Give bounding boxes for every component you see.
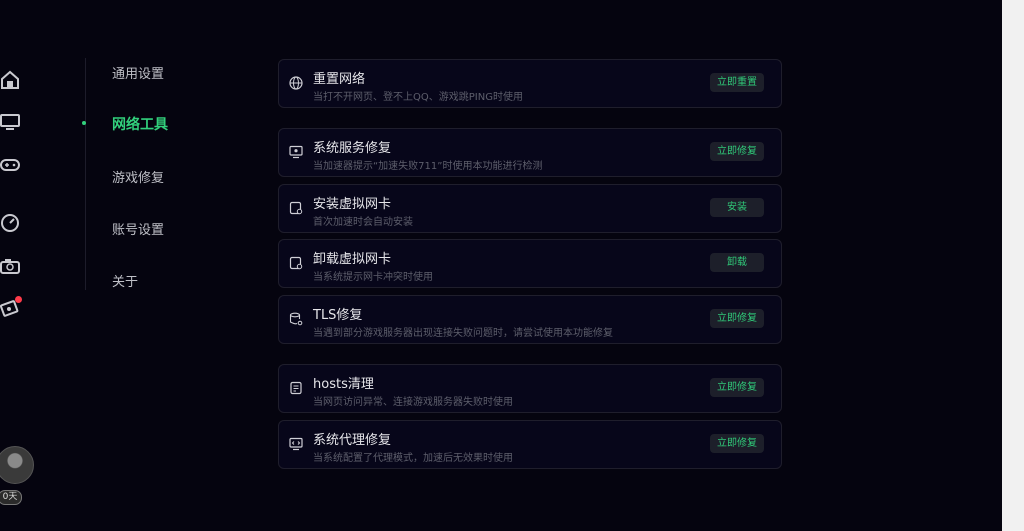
tool-title: TLS修复: [313, 308, 363, 323]
proxy-repair-button[interactable]: 立即修复: [710, 434, 764, 453]
tool-title: hosts清理: [313, 377, 374, 392]
tool-card-install-adapter: 安装虚拟网卡 首次加速时会自动安装 安装: [278, 184, 782, 233]
reset-network-button[interactable]: 立即重置: [710, 73, 764, 92]
repair-system-service-button[interactable]: 立即修复: [710, 142, 764, 161]
avatar-days-badge: 0天: [0, 490, 22, 505]
icon-rail: 0天: [0, 0, 34, 531]
notification-dot: [15, 296, 22, 303]
nav-item-account[interactable]: 账号设置: [112, 219, 164, 238]
tool-card-hosts-clean: hosts清理 当网页访问异常、连接游戏服务器失败时使用 立即修复: [278, 364, 782, 413]
tool-desc: 当加速器提示“加速失败711”时使用本功能进行检测: [313, 161, 543, 172]
hosts-clean-button[interactable]: 立即修复: [710, 378, 764, 397]
gamepad-icon[interactable]: [0, 155, 20, 175]
tool-desc: 当打不开网页、登不上QQ、游戏跳PING时使用: [313, 92, 523, 103]
database-gear-icon: [289, 312, 303, 326]
nav-item-network-tools[interactable]: 网络工具: [112, 114, 168, 134]
monitor-icon[interactable]: [0, 112, 20, 132]
scrollbar[interactable]: [1002, 0, 1024, 531]
uninstall-adapter-button[interactable]: 卸载: [710, 253, 764, 272]
globe-icon: [289, 76, 303, 90]
avatar[interactable]: [0, 446, 34, 484]
tool-desc: 当系统提示网卡冲突时使用: [313, 272, 433, 283]
nav-item-about[interactable]: 关于: [112, 271, 138, 290]
tool-desc: 当系统配置了代理模式，加速后无效果时使用: [313, 453, 513, 464]
network-card-icon: [289, 256, 303, 270]
tool-card-uninstall-adapter: 卸载虚拟网卡 当系统提示网卡冲突时使用 卸载: [278, 239, 782, 288]
nav-item-game-repair[interactable]: 游戏修复: [112, 167, 164, 186]
tool-card-tls-repair: TLS修复 当遇到部分游戏服务器出现连接失败问题时，请尝试使用本功能修复 立即修…: [278, 295, 782, 344]
home-icon[interactable]: [0, 70, 20, 90]
monitor-repair-icon: [289, 145, 303, 159]
network-card-icon: [289, 201, 303, 215]
tool-card-proxy-repair: 系统代理修复 当系统配置了代理模式，加速后无效果时使用 立即修复: [278, 420, 782, 469]
tool-desc: 当遇到部分游戏服务器出现连接失败问题时，请尝试使用本功能修复: [313, 328, 613, 339]
tool-title: 系统服务修复: [313, 141, 392, 156]
speedometer-icon[interactable]: [0, 213, 20, 233]
install-adapter-button[interactable]: 安装: [710, 198, 764, 217]
tls-repair-button[interactable]: 立即修复: [710, 309, 764, 328]
tool-desc: 首次加速时会自动安装: [313, 217, 413, 228]
screen-proxy-icon: [289, 437, 303, 451]
nav-item-general[interactable]: 通用设置: [112, 63, 164, 82]
tool-title: 重置网络: [313, 72, 366, 87]
tool-desc: 当网页访问异常、连接游戏服务器失败时使用: [313, 397, 513, 408]
nav-divider: [85, 58, 86, 290]
tool-card-reset-network: 重置网络 当打不开网页、登不上QQ、游戏跳PING时使用 立即重置: [278, 59, 782, 108]
camera-icon[interactable]: [0, 256, 20, 276]
tool-title: 卸载虚拟网卡: [313, 252, 392, 267]
tool-title: 系统代理修复: [313, 433, 392, 448]
tool-title: 安装虚拟网卡: [313, 197, 392, 212]
tool-card-system-service: 系统服务修复 当加速器提示“加速失败711”时使用本功能进行检测 立即修复: [278, 128, 782, 177]
active-indicator-dot: [82, 121, 86, 125]
hosts-file-icon: [290, 381, 302, 395]
